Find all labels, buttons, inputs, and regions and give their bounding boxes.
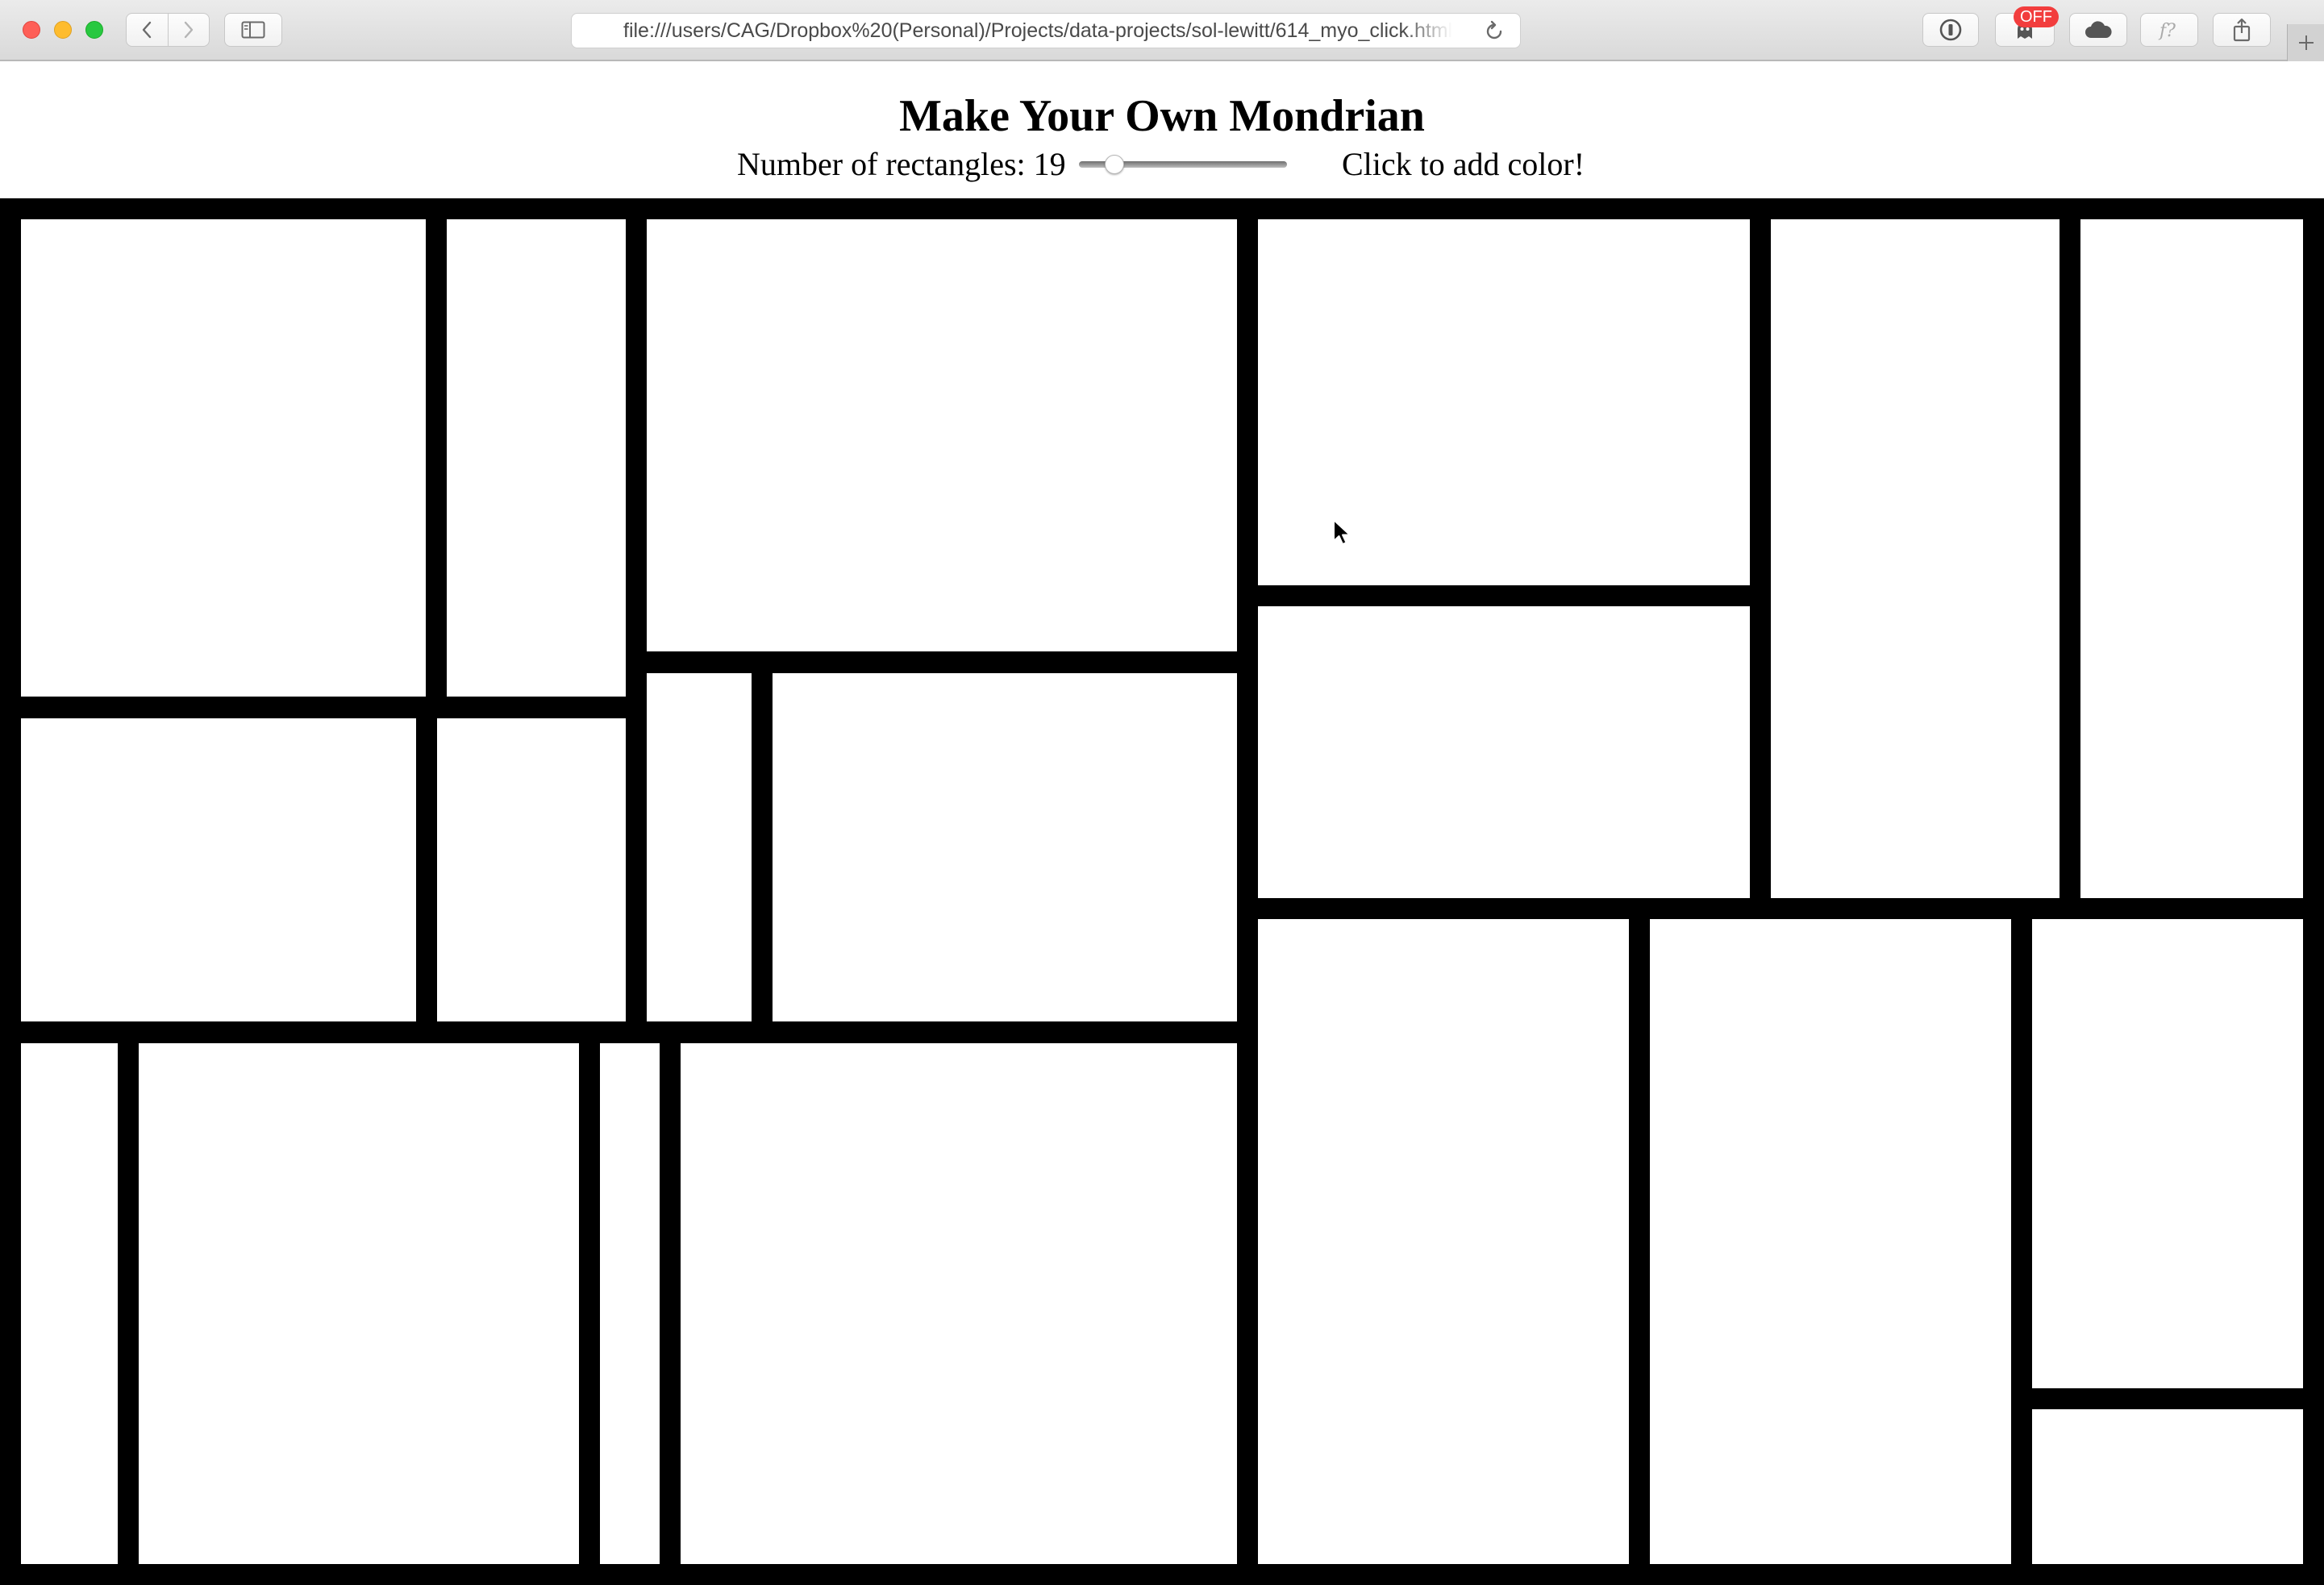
back-button[interactable] (127, 14, 168, 46)
mondrian-rectangle[interactable] (647, 219, 1237, 651)
mondrian-rectangle[interactable] (447, 219, 626, 697)
mondrian-rectangle[interactable] (647, 673, 752, 1021)
navigation-buttons (126, 13, 210, 47)
forward-button[interactable] (167, 14, 210, 46)
browser-toolbar: file:///users/CAG/Dropbox%20(Personal)/P… (0, 0, 2324, 61)
password-manager-button[interactable] (1922, 13, 1979, 47)
svg-text:f?: f? (2158, 21, 2176, 41)
share-icon (2233, 18, 2251, 42)
mondrian-rectangle[interactable] (773, 673, 1237, 1021)
extension-off-badge: OFF (2014, 6, 2059, 27)
close-window-button[interactable] (23, 21, 40, 39)
plus-icon (2298, 35, 2314, 50)
share-button[interactable] (2213, 13, 2271, 47)
mondrian-rectangle[interactable] (21, 1043, 118, 1564)
url-text: file:///users/CAG/Dropbox%20(Personal)/P… (623, 19, 1453, 42)
font-question-icon: f? (2158, 21, 2176, 41)
page-title: Make Your Own Mondrian (899, 91, 1425, 141)
mondrian-rectangle[interactable] (1258, 919, 1629, 1564)
cloud-icon (2085, 21, 2112, 38)
new-tab-button[interactable] (2287, 24, 2324, 61)
controls-row: Number of rectangles: 19 Click to add co… (0, 140, 2324, 189)
rectangle-count-slider[interactable] (1079, 155, 1287, 174)
password-manager-icon (1939, 19, 1962, 41)
sidebar-icon (241, 21, 265, 39)
minimize-window-button[interactable] (54, 21, 72, 39)
sidebar-toggle-button[interactable] (224, 13, 282, 47)
mondrian-rectangle[interactable] (1258, 219, 1750, 585)
address-bar[interactable]: file:///users/CAG/Dropbox%20(Personal)/P… (571, 13, 1521, 48)
rectangle-count-label: Number of rectangles: 19 (737, 146, 1066, 182)
mondrian-rectangle[interactable] (139, 1043, 579, 1564)
mondrian-rectangle[interactable] (1650, 919, 2011, 1564)
mondrian-rectangle[interactable] (1771, 219, 2060, 898)
mondrian-rectangle[interactable] (2032, 1409, 2303, 1564)
mondrian-rectangle[interactable] (2032, 919, 2303, 1388)
mondrian-rectangle[interactable] (21, 219, 426, 697)
mondrian-rectangle[interactable] (600, 1043, 660, 1564)
instruction-text: Click to add color! (1342, 146, 1585, 182)
web-page: Make Your Own Mondrian Number of rectang… (0, 61, 2324, 1585)
mondrian-rectangle[interactable] (2080, 219, 2303, 898)
zoom-window-button[interactable] (85, 21, 103, 39)
cloud-button[interactable] (2069, 13, 2127, 47)
chevron-right-icon (184, 21, 193, 39)
mondrian-rectangle[interactable] (681, 1043, 1237, 1564)
mondrian-rectangle[interactable] (21, 718, 416, 1021)
chevron-left-icon (143, 21, 152, 39)
mondrian-rectangle[interactable] (437, 718, 626, 1021)
font-finder-button[interactable]: f? (2140, 13, 2198, 47)
mondrian-canvas[interactable] (0, 198, 2324, 1585)
slider-thumb[interactable] (1105, 155, 1124, 174)
reload-icon[interactable] (1483, 20, 1506, 43)
mondrian-rectangle[interactable] (1258, 606, 1750, 898)
